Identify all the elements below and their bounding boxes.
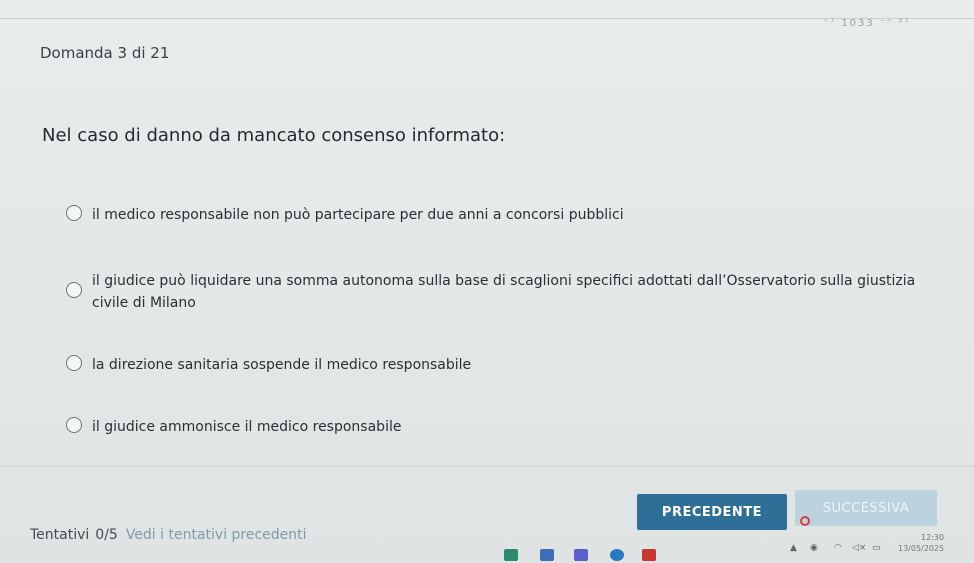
answer-label: il giudice può liquidare una somma auton… [92, 273, 916, 311]
radio-button[interactable] [66, 282, 82, 298]
cursor-indicator [800, 516, 810, 526]
clock-time: 12:30 [921, 533, 945, 542]
teams-icon[interactable] [574, 549, 588, 561]
attempts-info: Tentativi 0/5 Vedi i tentativi precedenti [30, 527, 307, 543]
top-edge [0, 0, 974, 19]
answer-label: la direzione sanitaria sospende il medic… [92, 357, 472, 373]
footer-divider [0, 466, 974, 467]
pdf-icon[interactable] [642, 549, 656, 561]
app-icon[interactable] [504, 549, 518, 561]
attempts-label: Tentativi [30, 527, 90, 543]
attempts-count: 0/5 [95, 527, 118, 543]
radio-button[interactable] [66, 417, 82, 433]
volume-icon[interactable]: ◁× [852, 543, 866, 553]
radio-button[interactable] [66, 355, 82, 371]
answer-option-2[interactable]: il giudice può liquidare una somma auton… [66, 270, 926, 314]
question-counter: Domanda 3 di 21 [40, 44, 170, 62]
next-button[interactable]: SUCCESSIVA [795, 490, 937, 526]
previous-button[interactable]: PRECEDENTE [637, 494, 787, 530]
radio-button[interactable] [66, 205, 82, 221]
taskbar-clock[interactable]: 12:30 13/05/2025 [898, 532, 944, 554]
chevron-up-icon[interactable]: ▲ [790, 543, 797, 553]
clock-date: 13/05/2025 [898, 544, 945, 553]
answer-option-4[interactable]: il giudice ammonisce il medico responsab… [66, 416, 926, 438]
battery-icon[interactable]: ▭ [872, 543, 881, 553]
app-icon[interactable] [540, 549, 554, 561]
location-icon: ◉ [810, 543, 818, 553]
answer-label: il giudice ammonisce il medico responsab… [92, 419, 402, 435]
wifi-icon[interactable]: ◠ [834, 543, 842, 553]
previous-attempts-link[interactable]: Vedi i tentativi precedenti [126, 527, 307, 543]
faint-header-text: ᵔ⁷ 1033 ⁻ᵔ ⁵⁷ [824, 18, 911, 29]
answer-option-3[interactable]: la direzione sanitaria sospende il medic… [66, 354, 926, 376]
question-text: Nel caso di danno da mancato consenso in… [42, 125, 506, 146]
answer-option-1[interactable]: il medico responsabile non può partecipa… [66, 204, 926, 226]
browser-icon[interactable] [610, 549, 624, 561]
answer-label: il medico responsabile non può partecipa… [92, 207, 624, 223]
